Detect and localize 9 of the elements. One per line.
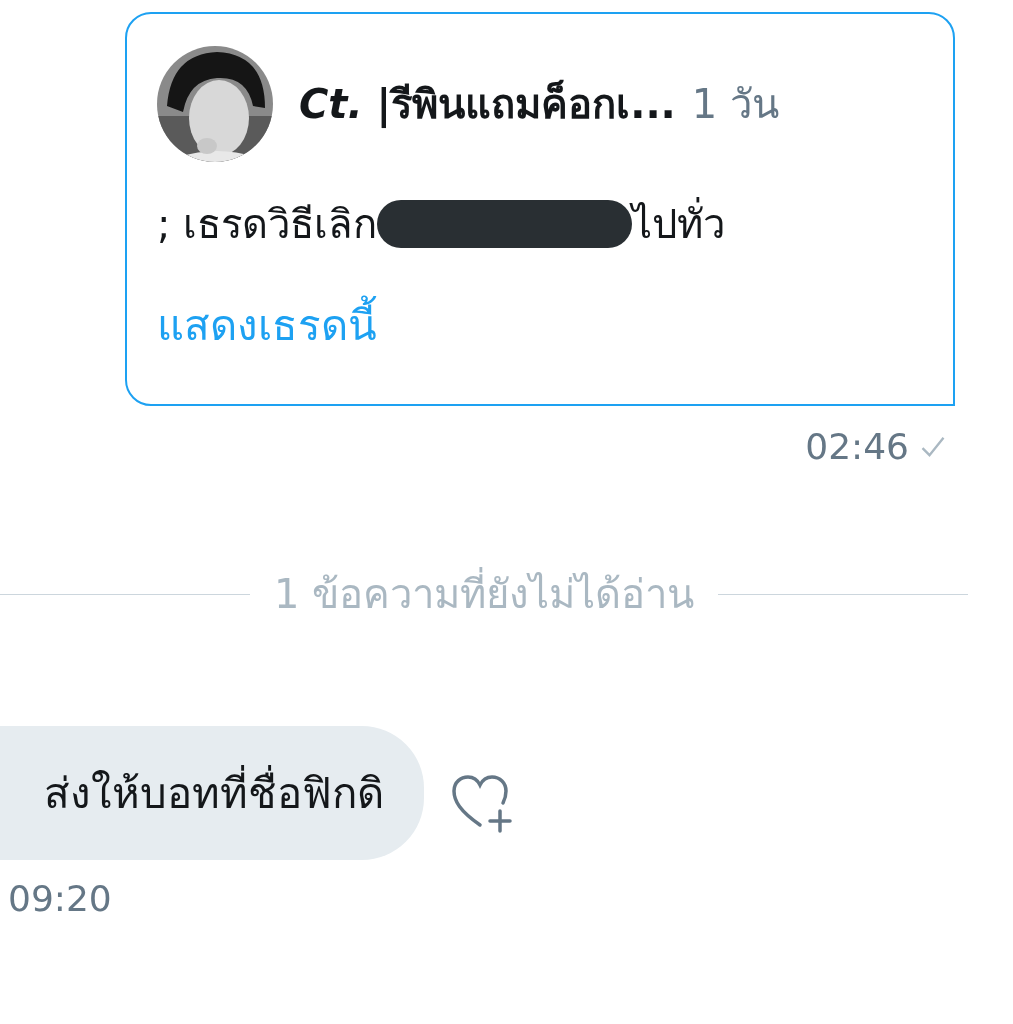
heart-plus-icon[interactable] — [450, 773, 514, 833]
author-name: Ct. |รีพินแถมค็อกเ... — [299, 78, 676, 130]
shared-tweet-card[interactable]: Ct. |รีพินแถมค็อกเ... 1 วัน ; เธรดวิธีเลิก ไปทั่ว แสดงเธรดนี้ — [125, 12, 955, 406]
unread-divider-label: 1 ข้อความที่ยังไม่ได้อ่าน — [273, 562, 695, 626]
message-bubble: ส่งให้บอทที่ชื่อฟิกดิ — [0, 726, 424, 860]
tweet-text: ; เธรดวิธีเลิก — [157, 200, 378, 249]
message-time: 02:46 — [805, 426, 909, 467]
tweet-age: 1 วัน — [691, 80, 779, 129]
message-time: 09:20 — [8, 878, 113, 919]
